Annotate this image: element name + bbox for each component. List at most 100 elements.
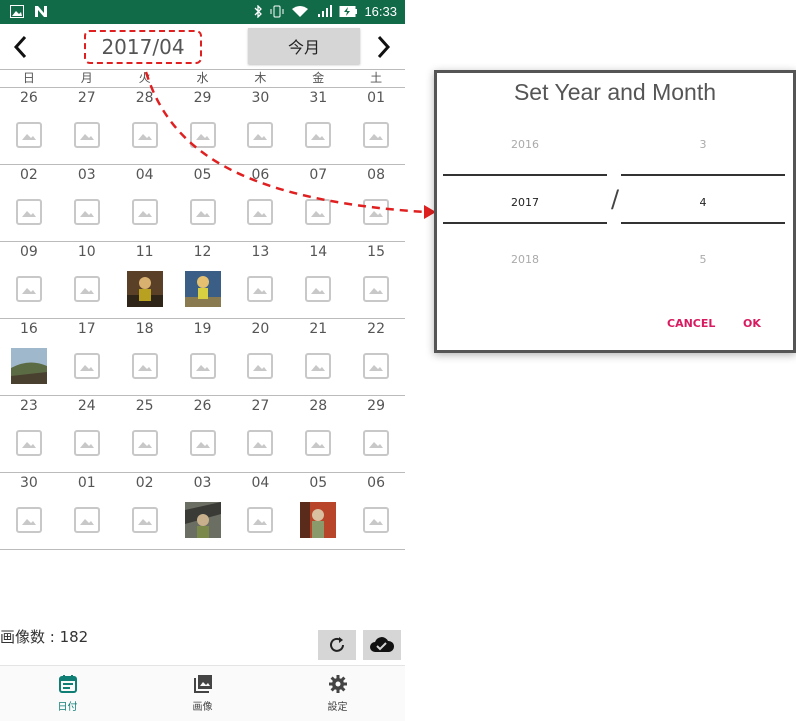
refresh-button[interactable]: [318, 630, 356, 660]
image-placeholder-icon: [131, 430, 158, 456]
day-image-placeholder[interactable]: [0, 276, 58, 302]
image-placeholder-icon: [15, 199, 42, 225]
day-image-placeholder[interactable]: [116, 122, 174, 148]
weekday-label: 金: [312, 71, 325, 85]
day-image-placeholder[interactable]: [0, 122, 58, 148]
day-image-placeholder[interactable]: [58, 507, 116, 533]
day-image-placeholder[interactable]: [174, 199, 232, 225]
weekday-label: 火: [138, 71, 151, 85]
day-number: 10: [77, 244, 96, 260]
day-image-placeholder[interactable]: [58, 276, 116, 302]
bottom-navigation: 日付 画像 設定: [0, 665, 405, 721]
day-image-placeholder[interactable]: [231, 507, 289, 533]
day-image-placeholder[interactable]: [0, 430, 58, 456]
day-number: 07: [309, 167, 328, 183]
year-picker[interactable]: 2016 2017 2018: [443, 133, 607, 266]
year-next[interactable]: 2018: [443, 253, 607, 266]
week-day-cells: [0, 183, 405, 241]
day-number: 26: [193, 398, 212, 414]
day-image-placeholder[interactable]: [231, 430, 289, 456]
month-picker[interactable]: 3 4 5: [621, 133, 785, 266]
nav-date[interactable]: 日付: [0, 666, 135, 721]
image-placeholder-icon: [189, 122, 216, 148]
day-number: 26: [20, 90, 38, 106]
image-placeholder-icon: [363, 122, 390, 148]
month-selected[interactable]: 4: [621, 196, 785, 209]
cloud-sync-button[interactable]: [363, 630, 401, 660]
image-placeholder-icon: [363, 353, 390, 379]
day-photo-thumbnail[interactable]: [0, 348, 58, 384]
day-image-placeholder[interactable]: [347, 430, 405, 456]
day-image-placeholder[interactable]: [58, 199, 116, 225]
day-image-placeholder[interactable]: [347, 122, 405, 148]
day-image-placeholder[interactable]: [174, 122, 232, 148]
day-image-placeholder[interactable]: [289, 199, 347, 225]
calendar-week: 09 10 11 12 13 14 15: [0, 242, 405, 319]
day-number: 29: [367, 398, 385, 414]
nav-settings[interactable]: 設定: [270, 666, 405, 721]
day-image-placeholder[interactable]: [58, 353, 116, 379]
day-number: 18: [135, 321, 154, 337]
ok-button[interactable]: OK: [743, 317, 761, 330]
day-number: 31: [309, 90, 328, 106]
month-next[interactable]: 5: [621, 253, 785, 266]
year-selected[interactable]: 2017: [443, 196, 607, 209]
day-number: 23: [20, 398, 38, 414]
day-image-placeholder[interactable]: [289, 276, 347, 302]
calendar-icon: [58, 675, 77, 693]
day-image-placeholder[interactable]: [116, 430, 174, 456]
day-image-placeholder[interactable]: [116, 353, 174, 379]
day-number: 11: [135, 244, 154, 260]
year-month-dialog: Set Year and Month 2016 2017 2018 / 3 4 …: [434, 70, 796, 353]
current-month-button[interactable]: 今月: [248, 28, 360, 64]
day-image-placeholder[interactable]: [289, 430, 347, 456]
day-image-placeholder[interactable]: [231, 353, 289, 379]
previous-month-icon[interactable]: [8, 32, 34, 62]
image-placeholder-icon: [73, 507, 100, 533]
day-number: 03: [193, 475, 212, 491]
day-photo-thumbnail[interactable]: [289, 502, 347, 538]
dialog-title: Set Year and Month: [513, 79, 717, 105]
day-image-placeholder[interactable]: [231, 122, 289, 148]
day-photo-thumbnail[interactable]: [174, 502, 232, 538]
day-image-placeholder[interactable]: [347, 507, 405, 533]
day-photo-thumbnail[interactable]: [174, 271, 232, 307]
image-placeholder-icon: [131, 199, 158, 225]
day-image-placeholder[interactable]: [231, 199, 289, 225]
day-image-placeholder[interactable]: [347, 276, 405, 302]
image-placeholder-icon: [305, 430, 332, 456]
day-image-placeholder[interactable]: [0, 199, 58, 225]
day-image-placeholder[interactable]: [0, 507, 58, 533]
day-image-placeholder[interactable]: [58, 122, 116, 148]
day-image-placeholder[interactable]: [347, 199, 405, 225]
day-image-placeholder[interactable]: [116, 507, 174, 533]
nav-images[interactable]: 画像: [135, 666, 270, 721]
day-image-placeholder[interactable]: [289, 122, 347, 148]
month-prev[interactable]: 3: [621, 138, 785, 151]
year-divider-top: [443, 174, 607, 176]
day-image-placeholder[interactable]: [347, 353, 405, 379]
image-placeholder-icon: [247, 199, 274, 225]
day-photo-thumbnail[interactable]: [116, 271, 174, 307]
day-number: 06: [251, 167, 270, 183]
next-month-icon[interactable]: [370, 32, 396, 62]
year-month-label[interactable]: 2017/04: [84, 30, 202, 64]
calendar-week: 26 27 28 29 30 31 01: [0, 88, 405, 165]
calendar-week: 30 01 02 03 04 05 06: [0, 473, 405, 550]
cancel-button[interactable]: CANCEL: [667, 317, 715, 330]
day-image-placeholder[interactable]: [58, 430, 116, 456]
day-number: 28: [309, 398, 328, 414]
day-image-placeholder[interactable]: [116, 199, 174, 225]
day-number: 09: [20, 244, 38, 260]
image-placeholder-icon: [131, 507, 158, 533]
day-image-placeholder[interactable]: [174, 430, 232, 456]
nav-date-label: 日付: [57, 702, 78, 713]
day-image-placeholder[interactable]: [231, 276, 289, 302]
year-prev[interactable]: 2016: [443, 138, 607, 151]
day-number: 22: [367, 321, 385, 337]
day-image-placeholder[interactable]: [174, 353, 232, 379]
calendar-week: 02 03 04 05 06 07 08: [0, 165, 405, 242]
day-number: 19: [193, 321, 212, 337]
calendar-week: 23 24 25 26 27 28 29: [0, 396, 405, 473]
day-image-placeholder[interactable]: [289, 353, 347, 379]
